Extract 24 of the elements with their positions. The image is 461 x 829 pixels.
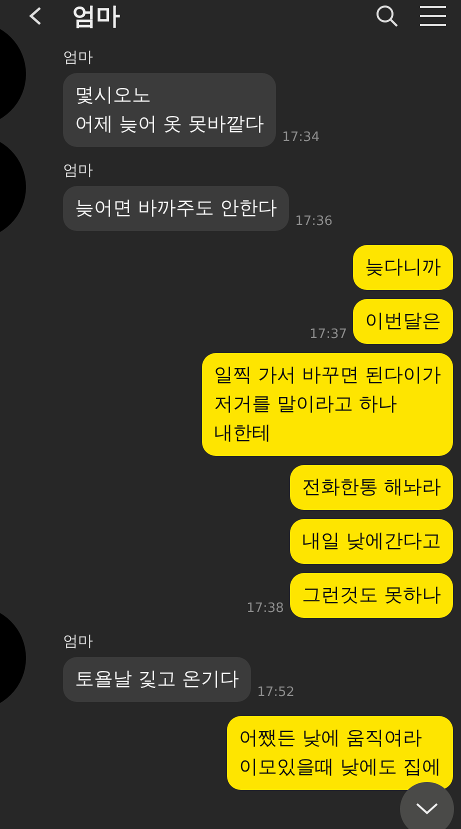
message-bubble: 이번달은 — [353, 299, 453, 344]
search-icon[interactable] — [375, 4, 399, 28]
message-time: 17:34 — [282, 130, 320, 147]
chat-title: 엄마 — [72, 1, 120, 32]
message-bubble: 내일 낮에간다고 — [290, 519, 453, 564]
sender-name: 엄마 — [63, 48, 93, 67]
message-bubble: 토욜날 깇고 온기다 — [63, 657, 252, 702]
sender-name: 엄마 — [63, 632, 93, 651]
message-time: 17:37 — [310, 327, 347, 344]
back-icon[interactable] — [28, 6, 42, 26]
message-bubble: 몇시오노 어제 늦어 옷 못바깥다 — [63, 73, 276, 147]
chevron-down-icon — [416, 803, 438, 815]
message-bubble: 어쨌든 낮에 움직여라 이모있을때 낮에도 집에 — [226, 716, 453, 790]
message-time: 17:38 — [246, 601, 284, 618]
message-bubble: 늦어면 바까주도 안한다 — [63, 186, 290, 231]
message-time: 17:36 — [295, 214, 333, 231]
message-bubble: 전화한통 해놔라 — [290, 465, 453, 510]
menu-icon[interactable] — [419, 5, 447, 27]
message-bubble: 그런것도 못하나 — [290, 573, 453, 618]
message-time: 17:52 — [257, 685, 295, 702]
message-bubble: 일찍 가서 바꾸면 된다이가 저거를 말이라고 하나 내한테 — [202, 353, 453, 456]
sender-name: 엄마 — [63, 161, 93, 180]
scroll-down-button[interactable] — [400, 782, 454, 829]
message-bubble: 늦다니까 — [353, 245, 453, 290]
